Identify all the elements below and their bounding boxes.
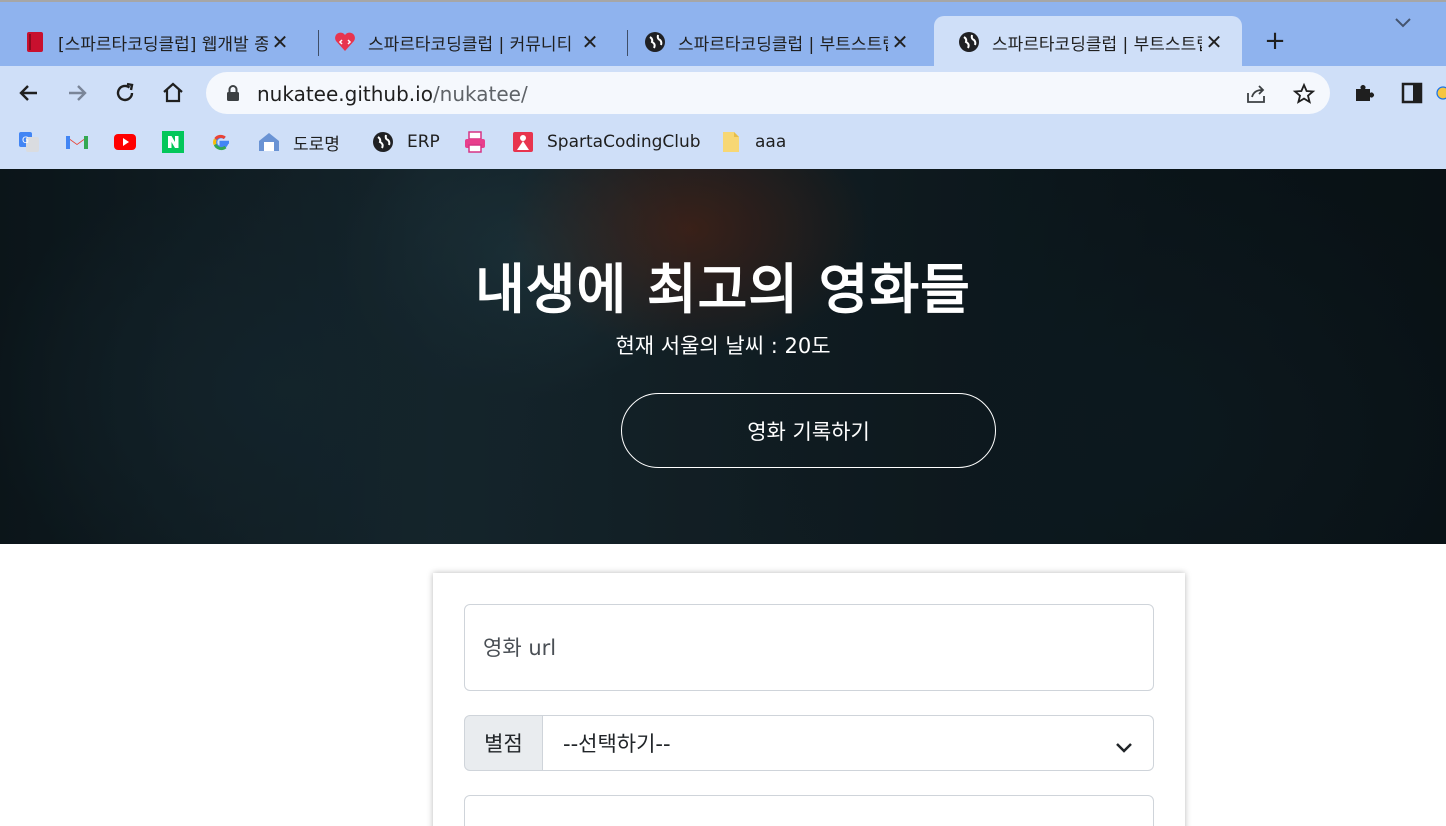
- tab-4-active[interactable]: 스파르타코딩클럽 | 부트스트랩 ✕: [934, 16, 1242, 68]
- reload-icon: [116, 82, 134, 102]
- tab-title: 스파르타코딩클럽 | 커뮤니티: [368, 34, 573, 55]
- globe-icon: [644, 31, 666, 53]
- bookmark-label: aaa: [755, 132, 787, 152]
- bookmark-google-translate[interactable]: G: [17, 130, 41, 154]
- rating-select[interactable]: --선택하기--: [543, 715, 1154, 771]
- tab-title: 스파르타코딩클럽 | 부트스트랩: [678, 34, 888, 55]
- side-panel-button[interactable]: [1398, 79, 1426, 107]
- browser-toolbar: nukatee.github.io/nukatee/: [0, 66, 1446, 120]
- hero-banner: 내생에 최고의 영화들 현재 서울의 날씨 : 20도 영화 기록하기: [0, 169, 1446, 544]
- tab-close-icon[interactable]: ✕: [268, 30, 292, 54]
- code-heart-icon: [334, 31, 356, 53]
- folder-icon: [719, 130, 743, 154]
- url-path: /nukatee/: [432, 82, 528, 106]
- tab-search-icon[interactable]: [1394, 14, 1412, 33]
- address-url[interactable]: nukatee.github.io/nukatee/: [257, 82, 528, 106]
- bookmark-erp[interactable]: ERP: [371, 130, 440, 154]
- bookmark-label: ERP: [407, 132, 440, 152]
- bookmark-youtube[interactable]: [113, 130, 137, 154]
- reload-button[interactable]: [111, 79, 139, 107]
- comment-input[interactable]: [464, 795, 1154, 826]
- record-movie-button[interactable]: 영화 기록하기: [621, 393, 996, 468]
- rating-label: 별점: [464, 715, 543, 771]
- browser-tabstrip: [스파르타코딩클럽] 웹개발 종합반 ✕ 스파르타코딩클럽 | 커뮤니티 ✕ 스…: [0, 0, 1446, 68]
- movie-url-input[interactable]: [464, 604, 1154, 691]
- house-icon: [257, 130, 281, 154]
- bookmark-label: SpartaCodingClub: [547, 132, 701, 152]
- back-button[interactable]: [15, 79, 43, 107]
- url-host: nukatee.github.io: [257, 82, 433, 106]
- tab-close-icon[interactable]: ✕: [1202, 30, 1226, 54]
- new-tab-button[interactable]: +: [1262, 26, 1288, 56]
- movie-form-card: 별점 --선택하기--: [433, 573, 1185, 826]
- sparta-icon: [511, 130, 535, 154]
- bookmark-aaa[interactable]: aaa: [719, 130, 786, 154]
- extensions-button[interactable]: [1350, 79, 1378, 107]
- bookmark-google[interactable]: [209, 130, 233, 154]
- tab-close-icon[interactable]: ✕: [578, 30, 602, 54]
- bookmark-label: 도로명: [293, 134, 340, 155]
- forward-button[interactable]: [63, 79, 91, 107]
- tab-close-icon[interactable]: ✕: [888, 30, 912, 54]
- bookmark-printer[interactable]: [463, 130, 487, 154]
- arrow-right-icon: [69, 85, 87, 101]
- printer-icon: [463, 130, 487, 154]
- gmail-icon: [65, 130, 89, 154]
- chevron-down-icon: [1115, 735, 1133, 759]
- bookmark-road-address[interactable]: 도로명: [257, 130, 340, 155]
- bookmark-spartacodingclub[interactable]: SpartaCodingClub: [511, 130, 701, 154]
- book-icon: [24, 31, 46, 53]
- puzzle-icon: [1356, 85, 1374, 101]
- naver-icon: [161, 130, 185, 154]
- tab-title: 스파르타코딩클럽 | 부트스트랩: [992, 34, 1202, 55]
- side-panel-icon: [1401, 82, 1423, 104]
- globe-icon: [371, 130, 395, 154]
- weather-text: 현재 서울의 날씨 : 20도: [615, 334, 831, 358]
- bookmark-naver[interactable]: [161, 130, 185, 154]
- tab-title: [스파르타코딩클럽] 웹개발 종합반: [58, 34, 268, 55]
- profile-avatar[interactable]: [1436, 79, 1446, 107]
- home-button[interactable]: [159, 79, 187, 107]
- tab-1[interactable]: [스파르타코딩클럽] 웹개발 종합반 ✕: [0, 16, 302, 68]
- avatar-icon: [1436, 86, 1446, 100]
- svg-text:G: G: [22, 136, 29, 146]
- lock-icon[interactable]: [226, 85, 240, 105]
- address-bar[interactable]: nukatee.github.io/nukatee/: [206, 72, 1330, 114]
- share-icon[interactable]: [1244, 82, 1268, 106]
- star-icon[interactable]: [1292, 82, 1316, 106]
- google-translate-icon: G: [17, 130, 41, 154]
- tab-2[interactable]: 스파르타코딩클럽 | 커뮤니티 ✕: [310, 16, 612, 68]
- rating-selected-value: --선택하기--: [563, 732, 671, 756]
- page-title: 내생에 최고의 영화들: [475, 258, 971, 321]
- arrow-left-icon: [19, 85, 37, 101]
- home-icon: [163, 82, 183, 103]
- tab-3[interactable]: 스파르타코딩클럽 | 부트스트랩 ✕: [620, 16, 922, 68]
- youtube-icon: [113, 130, 137, 154]
- bookmark-gmail[interactable]: [65, 130, 89, 154]
- bookmarks-bar: G 도로명 ERP SpartaCodingClub aaa: [0, 120, 1446, 169]
- google-icon: [209, 130, 233, 154]
- globe-icon: [958, 31, 980, 53]
- rating-select-group: 별점 --선택하기--: [464, 715, 1154, 771]
